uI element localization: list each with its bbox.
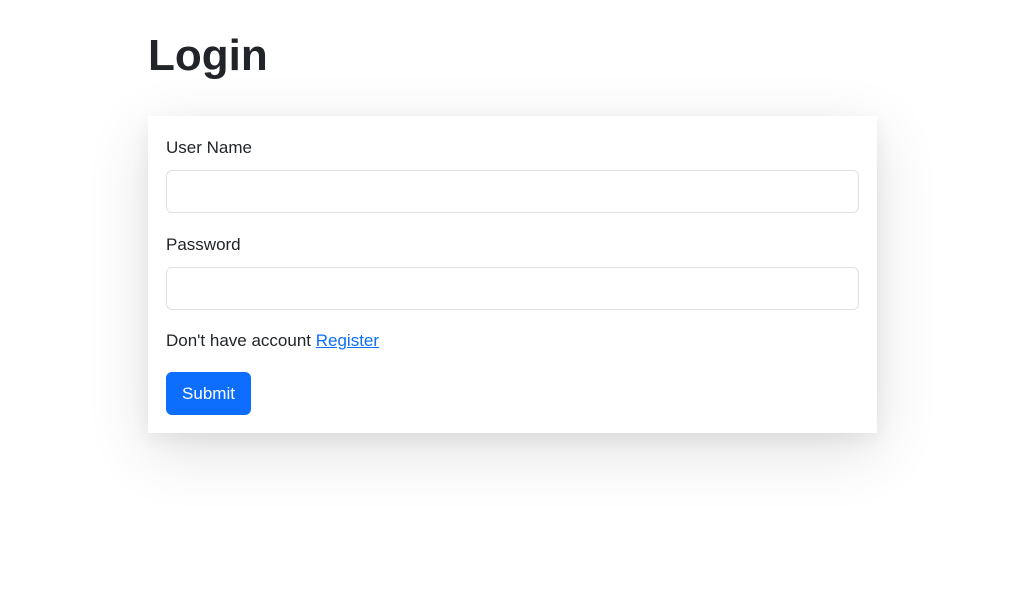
username-label: User Name	[166, 138, 252, 157]
register-prompt-text: Don't have account	[166, 331, 316, 350]
login-page: Login User Name Password Don't have acco…	[0, 0, 1018, 598]
page-title: Login	[148, 31, 268, 80]
login-form-card: User Name Password Don't have account Re…	[148, 116, 877, 433]
password-input[interactable]	[166, 267, 859, 310]
password-label: Password	[166, 235, 241, 254]
submit-button[interactable]: Submit	[166, 372, 251, 415]
register-prompt: Don't have account Register	[166, 330, 379, 352]
username-input[interactable]	[166, 170, 859, 213]
register-link[interactable]: Register	[316, 331, 379, 350]
